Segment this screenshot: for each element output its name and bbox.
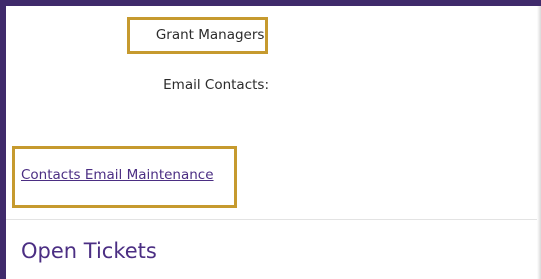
frame-right-shadow (537, 6, 541, 279)
email-contacts-label: Email Contacts: (163, 77, 269, 93)
open-tickets-heading: Open Tickets (21, 239, 157, 263)
grant-managers-highlight (127, 17, 268, 54)
contacts-email-maintenance-highlight (12, 146, 237, 208)
section-divider (6, 219, 537, 220)
